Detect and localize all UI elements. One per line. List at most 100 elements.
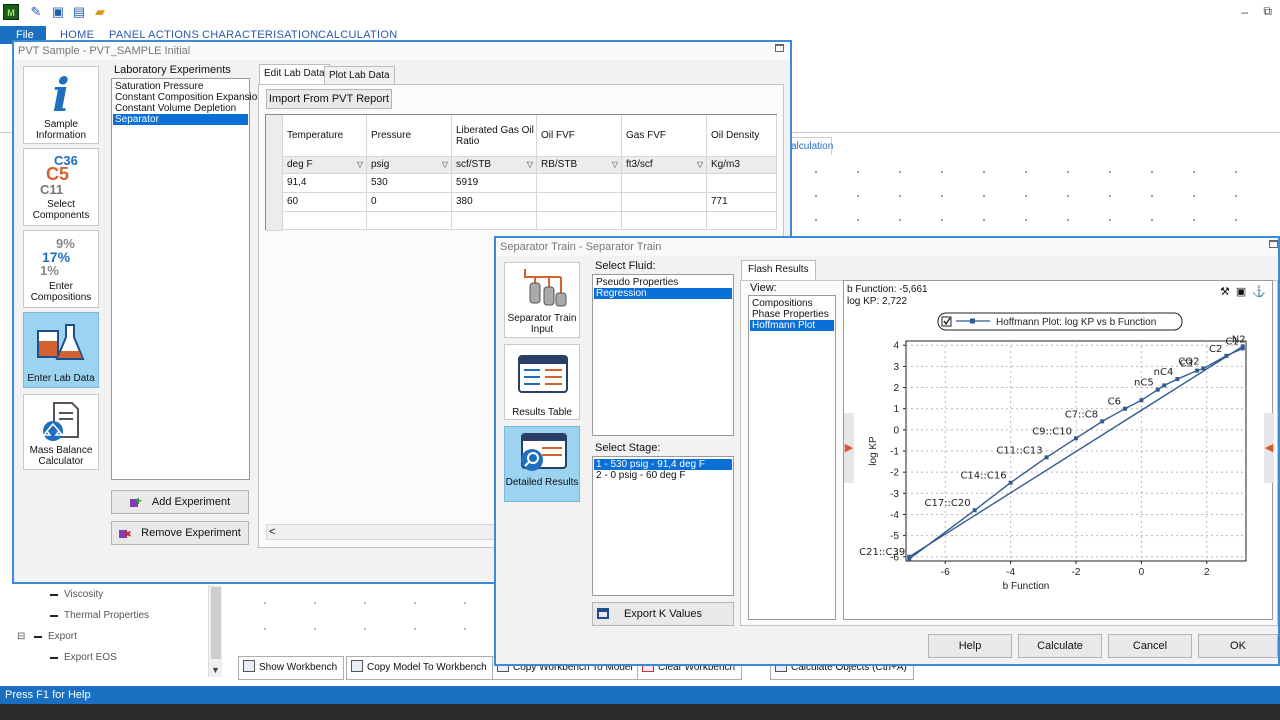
remove-experiment-button[interactable]: Remove Experiment (111, 521, 249, 545)
save-icon[interactable]: ▣ (50, 4, 66, 20)
scroll-down-icon[interactable]: ▼ (211, 665, 220, 675)
minimize-icon[interactable]: – (1241, 5, 1248, 19)
save-as-icon[interactable]: ▤ (71, 4, 87, 20)
zoom-fit-icon[interactable]: ▣ (1236, 285, 1246, 301)
workspace-canvas-lower[interactable] (240, 590, 500, 650)
app-titlebar: M ✎ ▣ ▤ ▰ – ⧉ (0, 0, 1280, 26)
data-point (1155, 387, 1160, 392)
data-label: N2 (1232, 334, 1246, 345)
new-file-icon[interactable]: ✎ (28, 4, 44, 20)
grid-cell[interactable]: 771 (707, 193, 777, 212)
grid-cell[interactable] (707, 174, 777, 193)
unit-select-gas-fvf[interactable]: ft3/scf ▽ (622, 157, 707, 174)
tile-sample-information[interactable]: i Sample Information (23, 66, 99, 144)
tree-item-thermal-properties[interactable]: Thermal Properties (64, 610, 149, 621)
grid-cell[interactable]: 530 (367, 174, 452, 193)
settings-icon[interactable]: ⚒ (1220, 285, 1230, 301)
open-folder-icon[interactable]: ▰ (92, 4, 108, 20)
legend-marker-swatch (970, 318, 975, 324)
grid-cell[interactable] (283, 212, 367, 230)
data-label: C11::C13 (996, 445, 1042, 456)
tile-results-table[interactable]: Results Table (504, 344, 580, 420)
pin-icon[interactable]: ⚓ (1252, 285, 1266, 301)
grid-cell[interactable] (452, 212, 537, 230)
column-header-oil-density[interactable]: Oil Density (707, 115, 777, 157)
tile-separator-train-input[interactable]: Separator Train Input (504, 262, 580, 338)
column-header-temperature[interactable]: Temperature (283, 115, 367, 157)
list-item[interactable]: Pseudo Properties (594, 277, 732, 288)
list-item-selected[interactable]: Separator (113, 114, 248, 125)
tree-item-viscosity[interactable]: Viscosity (64, 589, 103, 600)
unit-select-pressure[interactable]: psig ▽ (367, 157, 452, 174)
list-item[interactable]: Saturation Pressure (113, 81, 248, 92)
column-header-oil-fvf[interactable]: Oil FVF (537, 115, 622, 157)
show-workbench-button[interactable]: Show Workbench (238, 656, 345, 680)
view-list[interactable]: Compositions Phase Properties Hoffmann P… (748, 295, 836, 620)
list-item[interactable]: Constant Composition Expansion (113, 92, 263, 103)
column-header-gas-fvf[interactable]: Gas FVF (622, 115, 707, 157)
tile-mass-balance-calculator[interactable]: Mass Balance Calculator (23, 394, 99, 470)
calculate-button[interactable]: Calculate (1018, 634, 1102, 658)
grid-cell[interactable]: 91,4 (283, 174, 367, 193)
tile-detailed-results[interactable]: Detailed Results (504, 426, 580, 502)
stage-list[interactable]: 1 - 530 psig - 91,4 deg F 2 - 0 psig - 6… (592, 456, 734, 596)
grid-cell[interactable]: 5919 (452, 174, 537, 193)
grid-cell[interactable] (537, 174, 622, 193)
help-button[interactable]: Help (928, 634, 1012, 658)
restore-icon[interactable]: ⧉ (1263, 4, 1272, 19)
grid-cell[interactable] (537, 193, 622, 212)
grid-cell[interactable]: 60 (283, 193, 367, 212)
tab-flash-results[interactable]: Flash Results (741, 260, 816, 280)
column-header-pressure[interactable]: Pressure (367, 115, 452, 157)
tile-enter-compositions[interactable]: 9% 17% 1% Enter Compositions (23, 230, 99, 308)
tile-select-components[interactable]: C36 C5 C11 Select Components (23, 148, 99, 226)
grid-cell[interactable] (622, 193, 707, 212)
unit-select-gor[interactable]: scf/STB ▽ (452, 157, 537, 174)
scroll-thumb[interactable] (211, 587, 221, 659)
unit-select-oil-fvf[interactable]: RB/STB ▽ (537, 157, 622, 174)
grid-cell[interactable]: 380 (452, 193, 537, 212)
tab-plot-lab-data[interactable]: Plot Lab Data (324, 66, 395, 84)
list-item[interactable]: 2 - 0 psig - 60 deg F (594, 470, 732, 481)
cancel-button[interactable]: Cancel (1108, 634, 1192, 658)
ok-button[interactable]: OK (1198, 634, 1278, 658)
grid-cell[interactable] (707, 212, 777, 230)
tree-scrollbar[interactable]: ▼ (208, 585, 222, 677)
scroll-left-icon[interactable]: < (269, 525, 275, 539)
tree-item-export[interactable]: Export (48, 631, 77, 642)
grid-cell[interactable] (622, 212, 707, 230)
tree-item-export-eos[interactable]: Export EOS (64, 652, 117, 663)
copy-model-to-workbench-button[interactable]: Copy Model To Workbench (346, 656, 494, 680)
add-experiment-button[interactable]: Add Experiment (111, 490, 249, 514)
chart-readout-logkp: log KP: 2,722 (847, 296, 908, 307)
separator-train-icon (524, 269, 567, 307)
experiments-list[interactable]: Saturation Pressure Constant Composition… (111, 78, 263, 480)
tile-enter-lab-data[interactable]: Enter Lab Data (23, 312, 99, 388)
export-k-values-button[interactable]: Export K Values (592, 602, 734, 626)
list-item[interactable]: Compositions (750, 298, 834, 309)
hoffmann-plot[interactable]: Hoffmann Plot: log KP vs b Function -6 -4… (844, 309, 1274, 621)
grid-cell[interactable] (622, 174, 707, 193)
list-item-selected[interactable]: Regression (594, 288, 732, 299)
column-header-liberated-gor[interactable]: Liberated Gas Oil Ratio (452, 115, 537, 157)
chevron-down-icon: ▽ (611, 160, 618, 169)
grid-cell[interactable]: 0 (367, 193, 452, 212)
unit-select-oil-density[interactable]: Kg/m3 (707, 157, 777, 174)
import-pvt-report-button[interactable]: Import From PVT Report (266, 89, 392, 109)
workspace-canvas[interactable] (795, 160, 1275, 240)
unit-select-temperature[interactable]: deg F ▽ (283, 157, 367, 174)
tab-edit-lab-data[interactable]: Edit Lab Data (259, 64, 330, 84)
horizontal-scrollbar[interactable]: < (266, 524, 504, 540)
fluid-list[interactable]: Pseudo Properties Regression (592, 274, 734, 436)
maximize-icon[interactable] (1269, 240, 1278, 248)
data-point (1100, 419, 1105, 424)
collapse-icon[interactable]: ⊟ (17, 631, 25, 642)
list-item[interactable]: Phase Properties (750, 309, 834, 320)
list-item[interactable]: Constant Volume Depletion (113, 103, 248, 114)
tab-calculation[interactable]: alculation (788, 137, 833, 155)
grid-cell[interactable] (367, 212, 452, 230)
maximize-icon[interactable] (775, 44, 784, 52)
list-item-selected[interactable]: 1 - 530 psig - 91,4 deg F (594, 459, 732, 470)
list-item-selected[interactable]: Hoffmann Plot (750, 320, 834, 331)
grid-cell[interactable] (537, 212, 622, 230)
